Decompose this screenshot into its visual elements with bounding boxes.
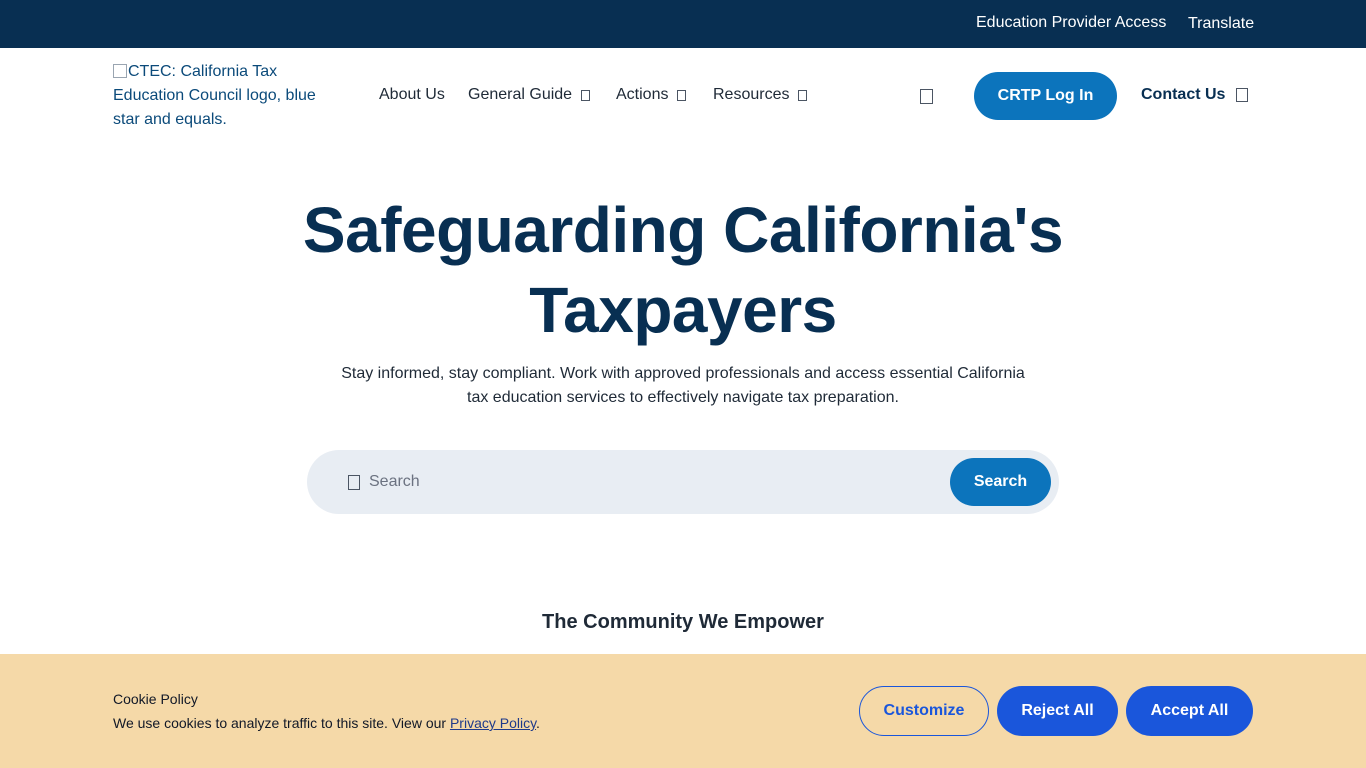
top-utility-bar: Education Provider Access Translate: [0, 0, 1366, 48]
chevron-down-icon: [798, 89, 808, 101]
reject-all-button[interactable]: Reject All: [997, 686, 1118, 736]
hero-title: Safeguarding California's Taxpayers: [302, 194, 1064, 346]
chevron-down-icon: [581, 89, 591, 101]
contact-us-label: Contact Us: [1141, 86, 1226, 103]
nav-item-label: Actions: [616, 86, 669, 103]
nav-item-actions[interactable]: Actions: [616, 86, 687, 104]
cookie-text: We use cookies to analyze traffic to thi…: [113, 715, 540, 731]
crtp-login-button[interactable]: CRTP Log In: [974, 72, 1117, 120]
education-provider-access-link[interactable]: Education Provider Access: [976, 14, 1166, 32]
nav-item-label: About Us: [379, 86, 445, 103]
nav-item-about-us[interactable]: About Us: [379, 86, 445, 104]
cookie-text-end: .: [536, 715, 540, 731]
hero-subtitle: Stay informed, stay compliant. Work with…: [341, 365, 1025, 406]
search-icon: [348, 475, 360, 490]
cookie-text-body: We use cookies to analyze traffic to thi…: [113, 715, 447, 731]
search-button[interactable]: Search: [950, 458, 1051, 506]
translate-link[interactable]: Translate: [1188, 15, 1254, 33]
search-input[interactable]: [369, 462, 929, 502]
accept-all-button[interactable]: Accept All: [1126, 686, 1253, 736]
community-heading: The Community We Empower: [542, 611, 824, 633]
nav-item-resources[interactable]: Resources: [713, 86, 808, 104]
customize-button[interactable]: Customize: [859, 686, 989, 736]
privacy-policy-link[interactable]: Privacy Policy: [450, 715, 536, 731]
chevron-down-icon: [677, 89, 687, 101]
contact-us-link[interactable]: Contact Us: [1141, 86, 1249, 104]
nav-item-label: Resources: [713, 86, 790, 103]
nav-item-label: General Guide: [468, 86, 573, 103]
cookie-banner: Cookie Policy We use cookies to analyze …: [0, 654, 1366, 768]
logo-alt-text: CTEC: California Tax Education Council l…: [113, 63, 316, 128]
arrow-icon: [1236, 88, 1249, 102]
search-bar: Search: [307, 450, 1059, 514]
nav-item-general-guide[interactable]: General Guide: [468, 86, 591, 104]
cookie-title: Cookie Policy: [113, 691, 198, 707]
site-logo[interactable]: CTEC: California Tax Education Council l…: [113, 60, 333, 132]
broken-image-icon: [113, 64, 127, 78]
search-icon[interactable]: [920, 89, 933, 104]
